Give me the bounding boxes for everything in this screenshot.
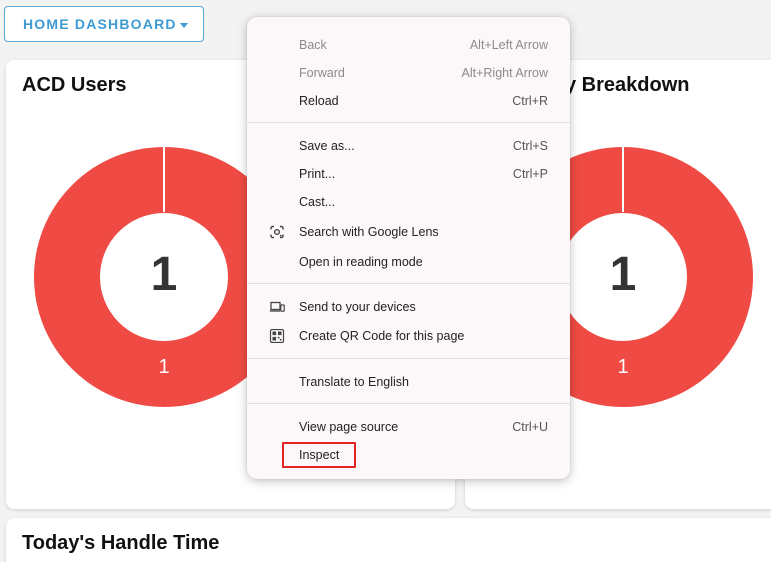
home-dashboard-dropdown[interactable]: HOME DASHBOARD — [4, 6, 204, 42]
menu-item-label: Translate to English — [299, 375, 410, 389]
menu-item-cast[interactable]: Cast... — [247, 188, 570, 216]
menu-item-reading-mode[interactable]: Open in reading mode — [247, 248, 570, 276]
menu-item-google-lens[interactable]: Search with Google Lens — [247, 218, 570, 246]
menu-item-label: Reload — [299, 94, 339, 108]
menu-item-label: Print... — [299, 167, 336, 181]
menu-item-shortcut: Ctrl+S — [512, 139, 548, 153]
menu-separator — [247, 122, 570, 123]
menu-item-shortcut: Ctrl+R — [512, 94, 548, 108]
context-menu: Back Alt+Left Arrow Forward Alt+Right Ar… — [247, 17, 570, 479]
caret-down-icon — [180, 23, 188, 28]
dashboard-label: HOME DASHBOARD — [23, 16, 177, 32]
menu-item-label: Open in reading mode — [299, 255, 423, 269]
card-title: Today's Handle Time — [22, 532, 220, 554]
card-title: ACD Users — [22, 74, 127, 96]
menu-item-forward[interactable]: Forward Alt+Right Arrow — [247, 59, 570, 87]
menu-item-send-to-devices[interactable]: Send to your devices — [247, 293, 570, 321]
menu-item-label: Back — [299, 38, 327, 52]
qr-code-icon — [269, 329, 285, 343]
menu-item-shortcut: Ctrl+U — [512, 420, 548, 434]
menu-item-shortcut: Ctrl+P — [512, 167, 548, 181]
menu-item-reload[interactable]: Reload Ctrl+R — [247, 87, 570, 115]
menu-item-label: Send to your devices — [299, 300, 416, 314]
menu-item-label: Inspect — [299, 448, 340, 462]
menu-item-label: Search with Google Lens — [299, 225, 439, 239]
menu-item-label: Cast... — [299, 195, 336, 209]
menu-item-save-as[interactable]: Save as... Ctrl+S — [247, 132, 570, 160]
menu-item-label: Save as... — [299, 139, 355, 153]
menu-item-view-source[interactable]: View page source Ctrl+U — [247, 413, 570, 441]
menu-item-qr-code[interactable]: Create QR Code for this page — [247, 322, 570, 350]
menu-item-label: Create QR Code for this page — [299, 329, 465, 343]
menu-item-shortcut: Alt+Right Arrow — [461, 66, 549, 80]
menu-separator — [247, 358, 570, 359]
devices-icon — [269, 301, 285, 312]
menu-item-translate[interactable]: Translate to English — [247, 368, 570, 396]
handle-time-card: Today's Handle Time — [6, 518, 771, 562]
card-title: y Breakdown — [565, 74, 690, 96]
menu-separator — [247, 283, 570, 284]
menu-item-back[interactable]: Back Alt+Left Arrow — [247, 31, 570, 59]
menu-item-print[interactable]: Print... Ctrl+P — [247, 160, 570, 188]
menu-item-label: Forward — [299, 66, 345, 80]
google-lens-icon — [270, 225, 284, 239]
menu-separator — [247, 403, 570, 404]
menu-item-inspect[interactable]: Inspect — [247, 441, 570, 469]
menu-item-label: View page source — [299, 420, 399, 434]
menu-item-shortcut: Alt+Left Arrow — [469, 38, 548, 52]
